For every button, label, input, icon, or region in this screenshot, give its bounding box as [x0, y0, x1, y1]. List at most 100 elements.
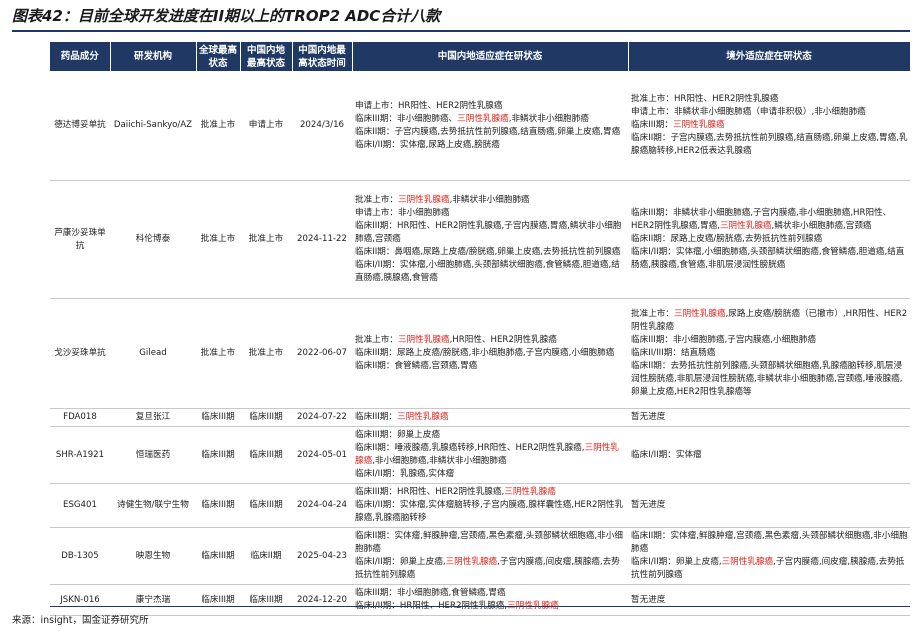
highlight-text: 三阴性乳腺癌	[504, 487, 556, 497]
indication-text: 申请上市：非鳞状非小细胞肺癌（申请非积极）,非小细胞肺癌	[631, 107, 866, 117]
abroad-indication-cell: 批准上市：HR阳性、HER2阴性乳腺癌 申请上市：非鳞状非小细胞肺癌（申请非积极）…	[628, 71, 910, 181]
indication-text: 临床I/II期：实体瘤	[631, 449, 702, 460]
header-abroad-status: 境外适应症在研状态	[628, 42, 911, 71]
indication-text: ,非鳞状非小细胞肺癌	[508, 113, 589, 124]
indication-line: 临床II期：实体瘤,鲜腺肿瘤,宫颈癌,黑色素瘤,头颈部鳞状细胞癌,非小细胞肺癌	[631, 530, 908, 556]
china-date-cell: 2024/3/16	[292, 71, 352, 181]
indication-text: 临床II期：去势抵抗性前列腺癌,头颈部鳞状细胞癌,乳腺癌脑转移,肌层浸润性膀胱癌…	[631, 361, 903, 397]
indication-text: 临床II期：实体瘤,鲜腺肿瘤,宫颈癌,黑色素瘤,头颈部鳞状细胞癌,非小细胞肺癌	[631, 531, 908, 554]
indication-text: 临床III期：卵巢上皮癌	[355, 430, 440, 440]
indication-line: 临床II期：尿路上皮癌/膀胱癌,去势抵抗性前列腺癌	[631, 233, 908, 246]
indication-text: 临床III期：HR阳性、HER2阴性乳腺癌,子宫内膜癌,胃癌,鳞状非小细胞肺癌,…	[355, 221, 622, 244]
indication-text: 临床I/II期：卵巢上皮癌,	[631, 557, 722, 567]
figure-title: 图表42：目前全球开发进度在II期以上的TROP2 ADC合计八款	[12, 7, 441, 25]
org-cell: 科伦博泰	[110, 180, 196, 299]
indication-line: 临床II期：子宫内膜癌,去势抵抗性前列腺癌,结直肠癌,卵巢上皮癌,胃癌	[355, 126, 626, 139]
indication-line: 临床II期：唾液腺癌,乳腺癌转移,HR阳性、HER2阴性乳腺癌,三阴性乳腺癌,非…	[355, 442, 626, 468]
indication-text: 临床I/II期：实体瘤,尿路上皮癌,膀胱癌	[355, 139, 500, 150]
china-date-cell: 2024-12-20	[292, 584, 352, 616]
indication-line: 临床II期：鼻咽癌,尿路上皮癌/膀胱癌,卵巢上皮癌,去势抵抗性前列腺癌	[355, 246, 626, 259]
drug-cell: ESG401	[50, 483, 110, 528]
table-row: ESG401 诗健生物/联宁生物 临床III期 临床III期 2024-04-24 临床I…	[50, 483, 910, 528]
indication-line: 临床III期：非小细胞肺癌、三阴性乳腺癌,非鳞状非小细胞肺癌	[355, 113, 626, 126]
highlight-text: 三阴性乳腺癌	[721, 557, 774, 567]
indication-text: 临床III期：非小细胞肺癌、	[355, 113, 458, 124]
china-indication-cell: 申请上市：HR阳性、HER2阴性乳腺癌 临床III期：非小细胞肺癌、三阴性乳腺癌,…	[352, 71, 628, 181]
bottom-rule	[50, 606, 910, 607]
global-status-cell: 临床III期	[196, 408, 240, 427]
china-indication-cell: 临床III期：卵巢上皮癌临床II期：唾液腺癌,乳腺癌转移,HR阳性、HER2阴性…	[352, 426, 628, 484]
table-row: 戈沙妥珠单抗 Gilead 批准上市 批准上市 2022-06-07 批准上市：三阴性乳腺…	[50, 298, 910, 409]
indication-text: 临床II期：子宫内膜癌,去势抵抗性前列腺癌,结直肠癌,卵巢上皮癌,胃癌,乳腺癌脑…	[631, 133, 908, 156]
indication-line: 临床I/II期：实体瘤,小细胞肺癌,头颈部鳞状细胞癌,食管鳞癌,胆道癌,结直肠癌…	[355, 259, 626, 285]
abroad-indication-cell: 暂无进度	[628, 483, 910, 528]
indication-text: 暂无进度	[631, 594, 666, 605]
indication-line: 临床III期：卵巢上皮癌	[355, 429, 626, 442]
indication-line: 临床I/II期：乳腺癌,实体瘤	[355, 468, 626, 481]
table-row: 德达博妥单抗 Daiichi-Sankyo/AZ 批准上市 申请上市 2024/3/16…	[50, 71, 910, 181]
china-indication-cell: 临床III期：非小细胞肺癌,食管鳞癌,胃癌 临床I/II期：HR阳性、HER2阴性…	[352, 584, 628, 616]
indication-text: ,HR阳性、HER2阴性乳腺癌	[449, 335, 557, 345]
drug-cell: FDA018	[50, 408, 110, 427]
indication-line: 临床III期：三阴性乳腺癌	[631, 119, 908, 132]
indication-line: 批准上市：三阴性乳腺癌,HR阳性、HER2阴性乳腺癌	[355, 334, 626, 347]
table-header-row: 药品成分 研发机构 全球最高状态 中国内地最高状态 中国内地最高状态时间 中国内…	[50, 42, 911, 71]
global-status-cell: 临床III期	[196, 584, 240, 616]
org-cell: Daiichi-Sankyo/AZ	[110, 71, 196, 181]
abroad-indication-cell: 临床II期：实体瘤,鲜腺肿瘤,宫颈癌,黑色素瘤,头颈部鳞状细胞癌,非小细胞肺癌临…	[628, 527, 910, 585]
highlight-text: 三阴性乳腺癌	[672, 120, 725, 130]
indication-text: 临床II/III期：结直肠癌	[631, 348, 716, 358]
indication-text: 临床III期：	[355, 412, 397, 422]
china-status-cell: 批准上市	[240, 298, 292, 409]
abroad-indication-cell: 临床III期：非鳞状非小细胞肺癌,子宫内膜癌,非小细胞肺癌,HR阳性、HER2阴…	[628, 180, 910, 299]
china-date-cell: 2024-04-24	[292, 483, 352, 528]
drug-cell: 德达博妥单抗	[50, 71, 110, 181]
indication-text: ,非小细胞肺癌,非鳞状非小细胞肺癌	[372, 456, 507, 466]
global-status-cell: 批准上市	[196, 298, 240, 409]
china-status-cell: 临床III期	[240, 483, 292, 528]
header-global: 全球最高状态	[196, 42, 241, 71]
org-cell: 恒瑞医药	[110, 426, 196, 484]
indication-text: 批准上市：	[355, 195, 398, 205]
china-status-cell: 临床III期	[240, 408, 292, 427]
china-date-cell: 2024-11-22	[292, 180, 352, 299]
china-indication-cell: 临床III期：HR阳性、HER2阴性乳腺癌,三阴性乳腺癌 临床I/II期：实体瘤,…	[352, 483, 628, 528]
indication-line: 临床II期：子宫内膜癌,去势抵抗性前列腺癌,结直肠癌,卵巢上皮癌,胃癌,乳腺癌脑…	[631, 132, 908, 158]
global-status-cell: 临床III期	[196, 527, 240, 585]
header-drug: 药品成分	[50, 42, 111, 71]
indication-line: 临床II期：去势抵抗性前列腺癌,头颈部鳞状细胞癌,乳腺癌脑转移,肌层浸润性膀胱癌…	[631, 360, 908, 399]
header-china-status: 中国内地适应症在研状态	[352, 42, 629, 71]
global-status-cell: 临床III期	[196, 426, 240, 484]
indication-text: 批准上市：	[631, 309, 674, 319]
indication-text: 临床III期：	[631, 120, 673, 130]
indication-line: 临床I/II期：卵巢上皮癌,三阴性乳腺癌,子宫内膜癌,间皮瘤,胰腺癌,去势抵抗性…	[355, 556, 626, 582]
indication-text: 临床III期：HR阳性、HER2阴性乳腺癌,	[355, 487, 505, 497]
adc-table: 药品成分 研发机构 全球最高状态 中国内地最高状态 中国内地最高状态时间 中国内…	[50, 42, 911, 616]
china-status-cell: 申请上市	[240, 71, 292, 181]
indication-text: 临床II期：食管鳞癌,宫颈癌,胃癌	[355, 361, 478, 371]
indication-text: 临床II期：实体瘤,鲜腺肿瘤,宫颈癌,黑色素瘤,头颈部鳞状细胞癌,非小细胞肺癌	[355, 531, 623, 554]
indication-line: 临床I/II期：卵巢上皮癌,三阴性乳腺癌,子宫内膜癌,间皮瘤,胰腺癌,去势抵抗性…	[631, 556, 908, 582]
highlight-text: 三阴性乳腺癌	[397, 195, 450, 205]
china-status-cell: 临床III期	[240, 584, 292, 616]
indication-line: 暂无进度	[631, 594, 908, 607]
abroad-indication-cell: 暂无进度	[628, 584, 910, 616]
indication-line: 批准上市：三阴性乳腺癌,尿路上皮癌/膀胱癌（已撤市）,HR阳性、HER2阴性乳腺…	[631, 308, 908, 334]
indication-text: 临床I/II期：实体瘤,小细胞肺癌,头颈部鳞状细胞癌,食管鳞癌,胆道癌,结直肠癌…	[355, 260, 620, 283]
abroad-indication-cell: 暂无进度	[628, 408, 910, 427]
indication-line: 申请上市：非鳞状非小细胞肺癌（申请非积极）,非小细胞肺癌	[631, 106, 908, 119]
abroad-indication-cell: 临床I/II期：实体瘤	[628, 426, 910, 484]
title-rule	[12, 30, 910, 32]
highlight-text: 三阴性乳腺癌	[396, 412, 449, 422]
drug-cell: DB-1305	[50, 527, 110, 585]
indication-line: 临床II期：实体瘤,鲜腺肿瘤,宫颈癌,黑色素瘤,头颈部鳞状细胞癌,非小细胞肺癌	[355, 530, 626, 556]
indication-text: 临床II期：唾液腺癌,乳腺癌转移,HR阳性、HER2阴性乳腺癌,	[355, 443, 585, 453]
table-row: SHR-A1921 恒瑞医药 临床III期 临床III期 2024-05-01 临床III…	[50, 426, 910, 484]
highlight-text: 三阴性乳腺癌	[673, 309, 726, 319]
global-status-cell: 批准上市	[196, 71, 240, 181]
indication-line: 临床III期：非鳞状非小细胞肺癌,子宫内膜癌,非小细胞肺癌,HR阳性、HER2阴…	[631, 207, 908, 233]
global-status-cell: 临床III期	[196, 483, 240, 528]
indication-text: 临床I/II期：实体瘤,小细胞肺癌,头颈部鳞状细胞癌,食管鳞癌,胆道癌,结直肠癌…	[631, 247, 905, 270]
indication-text: 暂无进度	[631, 500, 666, 510]
indication-line: 临床III期：非小细胞肺癌,子宫内膜癌,小细胞肺癌	[631, 334, 908, 347]
